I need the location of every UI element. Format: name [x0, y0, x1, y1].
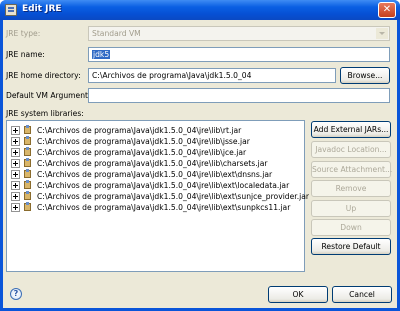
- library-path: C:\Archivos de programa\Java\jdk1.5.0_04…: [37, 148, 247, 157]
- jar-icon: [23, 158, 33, 168]
- jre-type-value: Standard VM: [92, 29, 141, 38]
- remove-button[interactable]: Remove: [311, 180, 391, 197]
- jre-type-combo: Standard VM: [88, 26, 390, 41]
- jar-icon: [23, 147, 33, 157]
- down-button[interactable]: Down: [311, 219, 391, 236]
- expand-icon[interactable]: [11, 203, 20, 212]
- expand-icon[interactable]: [11, 181, 20, 190]
- jar-icon: [23, 125, 33, 135]
- expand-icon[interactable]: [11, 170, 20, 179]
- window-icon: [5, 4, 17, 16]
- libraries-label: JRE system libraries:: [6, 109, 84, 118]
- expand-icon[interactable]: [11, 137, 20, 146]
- cancel-button[interactable]: Cancel: [332, 286, 392, 303]
- dialog-title: Edit JRE: [22, 4, 62, 14]
- expand-icon[interactable]: [11, 192, 20, 201]
- dialog-body: JRE type: Standard VM JRE name: jdk5 JRE…: [3, 20, 397, 308]
- vm-args-input[interactable]: [88, 88, 390, 103]
- jar-icon: [23, 180, 33, 190]
- jar-icon: [23, 136, 33, 146]
- restore-default-button[interactable]: Restore Default: [311, 238, 391, 255]
- jre-name-value: jdk5: [92, 50, 111, 59]
- jar-icon: [23, 191, 33, 201]
- jre-name-label: JRE name:: [6, 50, 45, 59]
- chevron-down-icon: [376, 28, 388, 39]
- expand-icon[interactable]: [11, 148, 20, 157]
- add-external-jars-button[interactable]: Add External JARs...: [311, 121, 391, 138]
- library-path: C:\Archivos de programa\Java\jdk1.5.0_04…: [37, 170, 273, 179]
- library-path: C:\Archivos de programa\Java\jdk1.5.0_04…: [37, 181, 290, 190]
- close-button[interactable]: ✕: [378, 2, 396, 18]
- help-icon[interactable]: ?: [10, 288, 22, 300]
- jre-home-value: C:\Archivos de programa\Java\jdk1.5.0_04: [92, 71, 252, 80]
- expand-icon[interactable]: [11, 126, 20, 135]
- browse-button[interactable]: Browse...: [340, 67, 390, 84]
- libraries-tree[interactable]: C:\Archivos de programa\Java\jdk1.5.0_04…: [6, 120, 309, 272]
- jar-icon: [23, 202, 33, 212]
- jre-name-input[interactable]: jdk5: [88, 47, 390, 62]
- help-glyph: ?: [13, 289, 19, 298]
- close-icon: ✕: [382, 4, 392, 15]
- up-button[interactable]: Up: [311, 200, 391, 217]
- ok-button[interactable]: OK: [268, 286, 328, 303]
- jar-icon: [23, 169, 33, 179]
- expand-icon[interactable]: [11, 159, 20, 168]
- source-attachment-button[interactable]: Source Attachment...: [311, 161, 392, 178]
- library-path: C:\Archivos de programa\Java\jdk1.5.0_04…: [37, 159, 268, 168]
- jre-home-input[interactable]: C:\Archivos de programa\Java\jdk1.5.0_04: [88, 68, 336, 83]
- jre-type-label: JRE type:: [6, 29, 41, 38]
- edit-jre-dialog: Edit JRE ✕ JRE type: Standard VM JRE nam…: [0, 0, 400, 311]
- library-path: C:\Archivos de programa\Java\jdk1.5.0_04…: [37, 192, 310, 201]
- title-bar[interactable]: Edit JRE ✕: [0, 0, 400, 20]
- library-path: C:\Archivos de programa\Java\jdk1.5.0_04…: [37, 137, 250, 146]
- javadoc-location-button[interactable]: Javadoc Location...: [311, 141, 391, 158]
- vm-args-label: Default VM Arguments:: [6, 91, 95, 100]
- library-path: C:\Archivos de programa\Java\jdk1.5.0_04…: [37, 203, 291, 212]
- jre-home-label: JRE home directory:: [6, 71, 81, 80]
- library-path: C:\Archivos de programa\Java\jdk1.5.0_04…: [37, 126, 242, 135]
